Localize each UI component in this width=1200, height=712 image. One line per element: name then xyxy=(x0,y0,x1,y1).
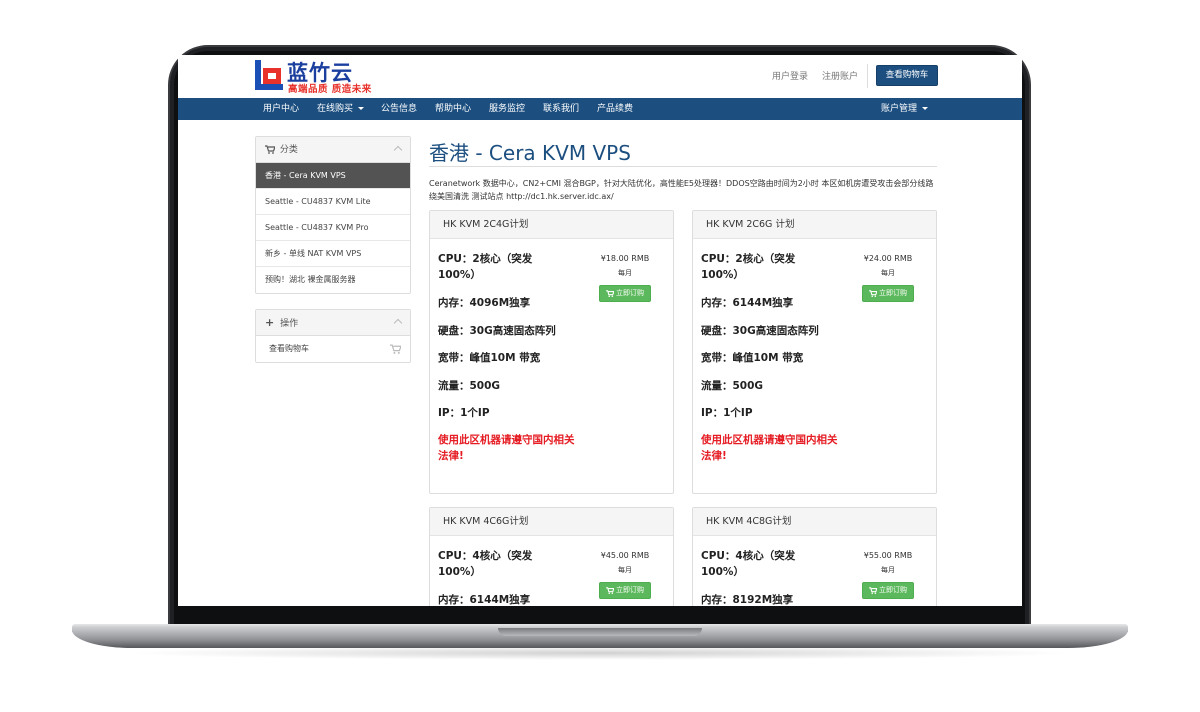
nav-label: 公告信息 xyxy=(381,104,418,114)
nav-label: 在线购买 xyxy=(317,104,354,114)
header-divider xyxy=(867,64,868,88)
category-item-hk-cera[interactable]: 香港 - Cera KVM VPS xyxy=(256,163,410,189)
category-item-xinxiang-nat[interactable]: 新乡 - 单线 NAT KVM VPS xyxy=(256,241,410,267)
plan-card: HK KVM 4C6G计划 CPU：4核心（突发100%） 内存：6144M独享… xyxy=(429,507,674,606)
main-navbar: 用户中心 在线购买 公告信息 帮助中心 服务监控 联系我们 产品续费 账户管理 xyxy=(178,98,1022,120)
plan-cpu: CPU：2核心（突发100%） xyxy=(701,253,796,281)
plus-icon: + xyxy=(265,316,275,329)
plan-period: 每月 xyxy=(618,269,632,277)
plan-cpu: CPU：4核心（突发100%） xyxy=(701,550,796,578)
order-now-label: 立即订购 xyxy=(616,289,644,297)
actions-panel-title: 操作 xyxy=(280,319,299,329)
login-link[interactable]: 用户登录 xyxy=(772,69,808,82)
category-panel-header[interactable]: 分类 xyxy=(256,137,410,163)
nav-label: 联系我们 xyxy=(543,104,580,114)
order-now-label: 立即订购 xyxy=(879,289,907,297)
plan-ram: 内存：8192M独享 xyxy=(701,594,794,606)
order-now-button[interactable]: 立即订购 xyxy=(599,285,651,302)
nav-label: 用户中心 xyxy=(263,104,300,114)
plan-cpu: CPU：2核心（突发100%） xyxy=(438,253,533,281)
plan-price: ¥24.00 RMB xyxy=(863,254,913,263)
shopping-cart-icon xyxy=(869,586,877,594)
logo-tagline: 高端品质 质造未来 xyxy=(288,84,372,95)
caret-down-icon xyxy=(358,107,365,110)
title-divider xyxy=(429,166,937,167)
actions-panel: + 操作 查看购物车 xyxy=(255,309,411,363)
caret-down-icon xyxy=(922,107,929,110)
category-panel-title: 分类 xyxy=(279,145,298,155)
action-view-cart[interactable]: 查看购物车 xyxy=(256,336,410,362)
nav-announcements[interactable]: 公告信息 xyxy=(381,98,417,120)
view-cart-button[interactable]: 查看购物车 xyxy=(876,65,938,86)
plan-period: 每月 xyxy=(881,269,895,277)
plan-price: ¥55.00 RMB xyxy=(863,551,913,560)
nav-label: 产品续费 xyxy=(597,104,634,114)
plan-disk: 硬盘：30G高速固态阵列 xyxy=(438,325,556,337)
actions-panel-header[interactable]: + 操作 xyxy=(256,310,410,336)
nav-help-center[interactable]: 帮助中心 xyxy=(435,98,471,120)
plan-period: 每月 xyxy=(881,566,895,574)
plan-cpu: CPU：4核心（突发100%） xyxy=(438,550,533,578)
plan-card: HK KVM 4C8G计划 CPU：4核心（突发100%） 内存：8192M独享… xyxy=(692,507,937,606)
laptop-shadow xyxy=(120,646,1080,660)
chevron-up-icon[interactable] xyxy=(393,145,403,155)
page-title: 香港 - Cera KVM VPS xyxy=(429,141,631,165)
plan-bandwidth: 宽带：峰值10M 带宽 xyxy=(438,352,541,364)
category-panel: 分类 香港 - Cera KVM VPS Seattle - CU4837 KV… xyxy=(255,136,411,294)
plan-traffic: 流量：500G xyxy=(438,380,501,392)
logo-mark-icon xyxy=(255,60,283,90)
browser-screen: 蓝竹云 高端品质 质造未来 用户登录 注册账户 查看购物车 用户中心 在线购买 … xyxy=(178,55,1022,606)
action-view-cart-label: 查看购物车 xyxy=(269,344,309,353)
shopping-cart-icon xyxy=(869,289,877,297)
nav-renewal[interactable]: 产品续费 xyxy=(597,98,633,120)
laptop-mockup: 蓝竹云 高端品质 质造未来 用户登录 注册账户 查看购物车 用户中心 在线购买 … xyxy=(0,0,1200,712)
register-link[interactable]: 注册账户 xyxy=(822,69,858,82)
order-now-label: 立即订购 xyxy=(879,586,907,594)
nav-service-monitor[interactable]: 服务监控 xyxy=(489,98,525,120)
plan-ram: 内存：6144M独享 xyxy=(438,594,531,606)
category-description: Ceranetwork 数据中心，CN2+CMI 混合BGP，针对大陆优化，高性… xyxy=(429,179,934,201)
plan-name: HK KVM 4C8G计划 xyxy=(693,508,936,536)
site-header: 蓝竹云 高端品质 质造未来 用户登录 注册账户 查看购物车 xyxy=(178,55,1022,98)
order-now-label: 立即订购 xyxy=(616,586,644,594)
plan-bandwidth: 宽带：峰值10M 带宽 xyxy=(701,352,804,364)
laptop-hinge-notch xyxy=(498,628,702,636)
plan-card: HK KVM 2C6G 计划 CPU：2核心（突发100%） 内存：6144M独… xyxy=(692,210,937,494)
site-logo[interactable]: 蓝竹云 高端品质 质造未来 xyxy=(255,58,371,95)
plan-legal-warning: 使用此区机器请遵守国内相关法律! xyxy=(701,434,838,462)
plan-name: HK KVM 2C6G 计划 xyxy=(693,211,936,239)
plan-ram: 内存：4096M独享 xyxy=(438,297,531,309)
plan-name: HK KVM 2C4G计划 xyxy=(430,211,673,239)
plan-ram: 内存：6144M独享 xyxy=(701,297,794,309)
nav-label: 帮助中心 xyxy=(435,104,472,114)
plan-card: HK KVM 2C4G计划 CPU：2核心（突发100%） 内存：4096M独享… xyxy=(429,210,674,494)
shopping-cart-icon xyxy=(606,289,614,297)
category-item-seattle-pro[interactable]: Seattle - CU4837 KVM Pro xyxy=(256,215,410,241)
shopping-cart-icon xyxy=(390,344,401,354)
plan-legal-warning: 使用此区机器请遵守国内相关法律! xyxy=(438,434,575,462)
category-item-hubei-baremetal[interactable]: 预购！湖北 裸金属服务器 xyxy=(256,267,410,293)
order-now-button[interactable]: 立即订购 xyxy=(862,582,914,599)
nav-account-management[interactable]: 账户管理 xyxy=(881,98,929,120)
order-now-button[interactable]: 立即订购 xyxy=(599,582,651,599)
order-now-button[interactable]: 立即订购 xyxy=(862,285,914,302)
plan-ip: IP：1个IP xyxy=(438,407,490,419)
shopping-cart-icon xyxy=(265,145,275,154)
category-item-seattle-lite[interactable]: Seattle - CU4837 KVM Lite xyxy=(256,189,410,215)
plan-ip: IP：1个IP xyxy=(701,407,753,419)
plan-price: ¥45.00 RMB xyxy=(600,551,650,560)
nav-contact-us[interactable]: 联系我们 xyxy=(543,98,579,120)
plan-price: ¥18.00 RMB xyxy=(600,254,650,263)
plan-traffic: 流量：500G xyxy=(701,380,764,392)
nav-buy-online[interactable]: 在线购买 xyxy=(317,98,365,120)
header-account-links: 用户登录 注册账户 xyxy=(772,69,858,82)
shopping-cart-icon xyxy=(606,586,614,594)
nav-label: 账户管理 xyxy=(881,104,918,114)
plan-disk: 硬盘：30G高速固态阵列 xyxy=(701,325,819,337)
plan-period: 每月 xyxy=(618,566,632,574)
plan-name: HK KVM 4C6G计划 xyxy=(430,508,673,536)
nav-user-center[interactable]: 用户中心 xyxy=(263,98,299,120)
nav-label: 服务监控 xyxy=(489,104,526,114)
chevron-up-icon[interactable] xyxy=(393,318,403,328)
